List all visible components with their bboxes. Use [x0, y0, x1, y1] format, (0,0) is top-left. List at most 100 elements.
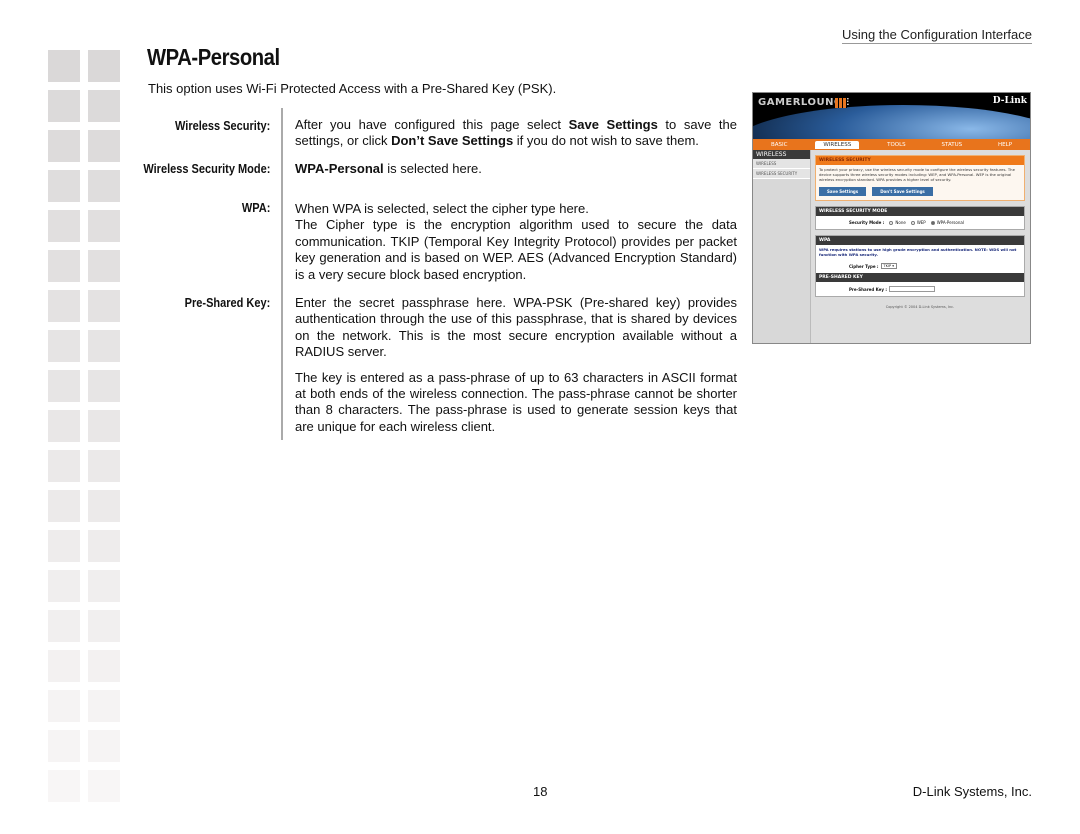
radio-wpa-personal-label: WPA-Personal: [936, 220, 964, 225]
wireless-security-text: To protect your privacy, use the wireles…: [819, 167, 1015, 182]
square-row: [48, 490, 122, 522]
vendor-logo: D-Link: [992, 96, 1027, 106]
square-row: [48, 570, 122, 602]
nav-tools[interactable]: TOOLS: [879, 141, 914, 149]
decorative-square: [88, 250, 120, 282]
decorative-square: [88, 370, 120, 402]
decorative-square: [48, 90, 80, 122]
wpa-text: WPA requires stations to use high grade …: [819, 247, 1017, 257]
intro-text: This option uses Wi-Fi Protected Access …: [148, 81, 557, 96]
router-ui-screenshot: GAMERLOUNGE D-Link BASIC WIRELESS TOOLS …: [752, 92, 1031, 344]
decorative-square: [48, 690, 80, 722]
decorative-square: [88, 210, 120, 242]
decorative-square: [88, 130, 120, 162]
square-row: [48, 210, 122, 242]
decorative-square: [48, 170, 80, 202]
square-row: [48, 250, 122, 282]
square-row: [48, 690, 122, 722]
square-row: [48, 730, 122, 762]
save-settings-button[interactable]: Save Settings: [819, 187, 867, 196]
wpa-heading: WPA: [816, 236, 1024, 245]
psk-input[interactable]: [889, 286, 935, 292]
wireless-security-box: WIRELESS SECURITY To protect your privac…: [815, 155, 1025, 201]
decorative-square: [88, 170, 120, 202]
label-wireless-security-mode: Wireless Security Mode:: [142, 162, 270, 176]
decorative-square: [48, 370, 80, 402]
desc-pre-shared-key: Enter the secret passphrase here. WPA-PS…: [295, 295, 737, 435]
decorative-square: [48, 650, 80, 682]
decorative-square: [88, 410, 120, 442]
decorative-square: [48, 770, 80, 802]
square-row: [48, 170, 122, 202]
decorative-square: [48, 50, 80, 82]
wpa-box: WPA WPA requires stations to use high gr…: [815, 235, 1025, 297]
brand-icon: [835, 98, 847, 108]
divider: [281, 108, 283, 440]
radio-wep-label: WEP: [916, 220, 926, 225]
decorative-square: [88, 530, 120, 562]
square-row: [48, 50, 122, 82]
decorative-square: [48, 450, 80, 482]
decorative-square: [48, 410, 80, 442]
nav-status[interactable]: STATUS: [934, 141, 971, 149]
radio-none[interactable]: [889, 220, 894, 225]
psk-heading: PRE-SHARED KEY: [816, 273, 1024, 282]
decorative-square: [48, 330, 80, 362]
decorative-square: [48, 490, 80, 522]
decorative-square: [88, 610, 120, 642]
decorative-square: [48, 730, 80, 762]
square-row: [48, 290, 122, 322]
cipher-type-label: Cipher Type :: [849, 263, 879, 269]
security-mode-heading: WIRELESS SECURITY MODE: [816, 207, 1024, 216]
square-row: [48, 450, 122, 482]
decorative-square: [88, 650, 120, 682]
decorative-square: [88, 690, 120, 722]
square-row: [48, 130, 122, 162]
decorative-square: [88, 50, 120, 82]
footer-company: D-Link Systems, Inc.: [912, 784, 1032, 799]
desc-wpa: When WPA is selected, select the cipher …: [295, 201, 737, 283]
label-wpa: WPA:: [241, 201, 270, 215]
sidebar-item-wireless-security[interactable]: WIRELESS SECURITY: [753, 169, 810, 179]
decorative-square: [48, 130, 80, 162]
nav-wireless[interactable]: WIRELESS: [815, 140, 860, 149]
psk-label: Pre-Shared Key :: [849, 286, 887, 292]
security-mode-box: WIRELESS SECURITY MODE Security Mode : N…: [815, 206, 1025, 230]
sidebar-item-wireless[interactable]: WIRELESS: [753, 159, 810, 169]
decorative-squares: [48, 50, 122, 810]
sidebar: WIRELESS WIRELESS WIRELESS SECURITY: [753, 150, 811, 343]
decorative-square: [88, 290, 120, 322]
square-row: [48, 530, 122, 562]
decorative-square: [88, 450, 120, 482]
decorative-square: [48, 290, 80, 322]
page-title: WPA-Personal: [147, 44, 280, 70]
top-nav: BASIC WIRELESS TOOLS STATUS HELP: [753, 139, 1030, 150]
nav-basic[interactable]: BASIC: [763, 141, 796, 149]
square-row: [48, 770, 122, 802]
page-number: 18: [533, 784, 548, 799]
dont-save-settings-button[interactable]: Don't Save Settings: [872, 187, 933, 196]
decorative-square: [48, 210, 80, 242]
square-row: [48, 410, 122, 442]
decorative-square: [88, 330, 120, 362]
desc-psk-para2: The key is entered as a pass-phrase of u…: [295, 369, 737, 434]
decorative-square: [48, 570, 80, 602]
desc-wpa-cipher: The Cipher type is the encryption algori…: [295, 217, 737, 282]
section-header: Using the Configuration Interface: [841, 27, 1032, 44]
decorative-square: [48, 250, 80, 282]
cipher-type-value: TKIP: [883, 264, 892, 268]
decorative-square: [48, 530, 80, 562]
desc-psk-para1: Enter the secret passphrase here. WPA-PS…: [295, 295, 737, 360]
nav-help[interactable]: HELP: [990, 141, 1020, 149]
security-mode-label: Security Mode :: [849, 220, 885, 225]
decorative-square: [88, 490, 120, 522]
square-row: [48, 610, 122, 642]
decorative-square: [88, 730, 120, 762]
radio-wep[interactable]: [910, 220, 915, 225]
main-panel: WIRELESS SECURITY To protect your privac…: [815, 155, 1025, 309]
radio-none-label: None: [895, 220, 906, 225]
decorative-square: [88, 90, 120, 122]
cipher-type-select[interactable]: TKIP ▾: [880, 263, 897, 269]
radio-wpa-personal[interactable]: [930, 220, 935, 225]
copyright: Copyright © 2004 D-Link Systems, Inc.: [885, 305, 955, 309]
